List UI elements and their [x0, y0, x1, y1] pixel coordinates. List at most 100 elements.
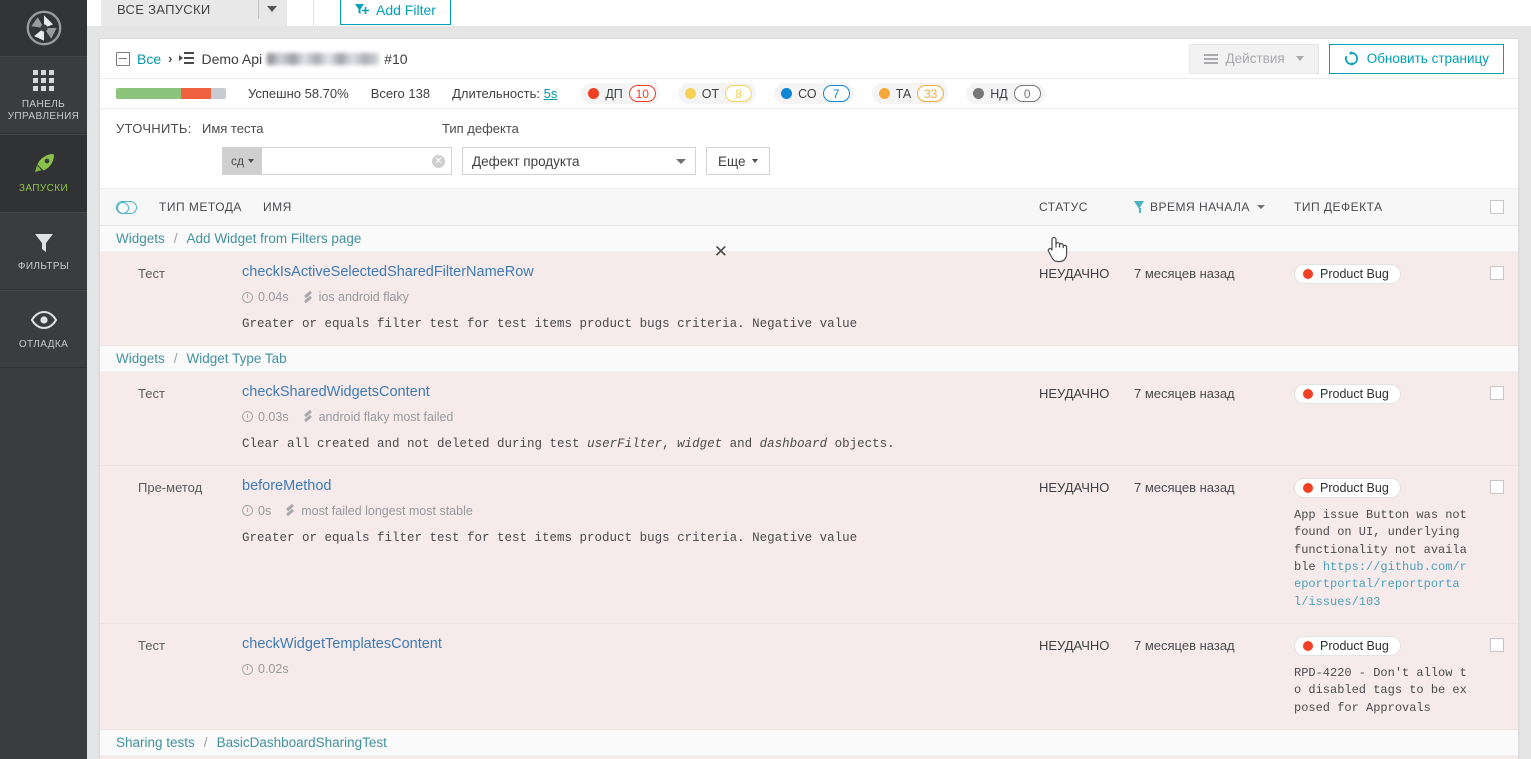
column-header-method-type[interactable]: ТИП МЕТОДА [159, 200, 263, 214]
duration-meta: 0.03s [242, 410, 289, 424]
total-count: Всего 138 [370, 86, 431, 101]
row-checkbox[interactable] [1490, 638, 1504, 653]
chevron-down-icon [752, 159, 759, 163]
group-separator: / [173, 350, 178, 366]
select-all-checkbox[interactable] [1490, 200, 1504, 214]
defect-label: Product Bug [1320, 480, 1389, 495]
group-separator: / [173, 231, 178, 246]
toolbar-divider [313, 0, 314, 26]
breadcrumb-all-link[interactable]: Все [137, 51, 161, 67]
defect-type-badge[interactable]: Product Bug [1294, 477, 1401, 498]
group-parent-link[interactable]: Widgets [116, 351, 165, 366]
refresh-page-button[interactable]: Обновить страницу [1328, 43, 1504, 74]
table-header: ТИП МЕТОДА ИМЯ СТАТУС ВРЕМЯ НАЧАЛА ТИП Д… [100, 189, 1518, 226]
collapse-toggle[interactable] [116, 200, 137, 214]
defect-type-badge[interactable]: Product Bug [1294, 636, 1401, 657]
cell-name: beforeMethod 0s most failed longest most… [242, 478, 1039, 611]
defect-type-select[interactable]: Дефект продукта [462, 147, 696, 175]
group-child-link[interactable]: Add Widget from Filters page [187, 231, 362, 246]
tags-meta[interactable]: android flaky most failed [303, 410, 454, 424]
condition-dropdown[interactable]: сд [223, 148, 263, 174]
table-row[interactable]: Тест checkSharedWidgetsContent 0.03s and… [100, 371, 1518, 466]
bar-skipped [210, 88, 226, 99]
duration-value[interactable]: 5s [544, 86, 558, 101]
column-header-name[interactable]: ИМЯ [263, 200, 1039, 214]
sidebar-item-label: ЗАПУСКИ [18, 183, 69, 194]
sidebar-item-debug[interactable]: ОТЛАДКА [0, 290, 87, 368]
more-filters-button[interactable]: Еще [706, 147, 771, 175]
row-checkbox[interactable] [1490, 385, 1504, 400]
test-name-link[interactable]: checkIsActiveSelectedSharedFilterNameRow [242, 264, 1027, 280]
group-child-link[interactable]: Widget Type Tab [187, 351, 287, 366]
tags-value: ios android flaky [318, 290, 409, 304]
filter-icon [1134, 201, 1145, 213]
group-parent-link[interactable]: Widgets [116, 231, 165, 246]
clear-icon[interactable]: ✕ [432, 154, 445, 168]
row-checkbox[interactable] [1490, 479, 1504, 494]
chevron-down-icon [267, 6, 277, 12]
row-checkbox[interactable] [1490, 266, 1504, 280]
sidebar-item-filters[interactable]: ФИЛЬТРЫ [0, 212, 87, 290]
column-header-start-time[interactable]: ВРЕМЯ НАЧАЛА [1134, 200, 1294, 214]
defect-badge-product-bug[interactable]: ДП 10 [581, 83, 660, 104]
badge-code: СО [798, 86, 817, 101]
cell-name: checkWidgetTemplatesContent 0.02s [242, 636, 1039, 717]
tag-icon [303, 411, 314, 422]
group-child-link[interactable]: BasicDashboardSharingTest [217, 735, 387, 750]
test-name-link[interactable]: checkWidgetTemplatesContent [242, 636, 1027, 652]
actions-button[interactable]: Действия [1188, 43, 1319, 74]
defect-note-link[interactable]: https://github.com/reportportal/reportpo… [1294, 560, 1467, 609]
close-refine-icon[interactable]: ✕ [714, 243, 728, 260]
defect-type-badge[interactable]: Product Bug [1294, 383, 1401, 404]
group-parent-link[interactable]: Sharing tests [116, 735, 195, 750]
cell-checkbox [1474, 264, 1504, 333]
tags-meta[interactable]: most failed longest most stable [285, 504, 473, 518]
clock-icon [242, 663, 253, 675]
status-dot [1303, 482, 1313, 493]
defect-type-badge[interactable]: Product Bug [1294, 264, 1401, 284]
defect-badge-to-investigate[interactable]: ТА 33 [871, 83, 949, 104]
launch-detail-card: Все › Demo Api #10 Действия Обновить стр… [99, 38, 1519, 759]
status-dot [1303, 388, 1313, 399]
add-filter-button[interactable]: Add Filter [340, 0, 451, 25]
clock-icon [242, 505, 253, 517]
sidebar-item-launches[interactable]: ЗАПУСКИ [0, 134, 87, 212]
select-all-cell [1474, 200, 1504, 214]
sidebar: ПАНЕЛЬ УПРАВЛЕНИЯ ЗАПУСКИ ФИЛЬТРЫ ОТЛАДК… [0, 0, 87, 759]
refine-test-name-label: Имя теста [202, 120, 264, 136]
defect-badge-no-defect[interactable]: НД 0 [966, 83, 1045, 104]
all-launches-select[interactable]: ВСЕ ЗАПУСКИ [101, 0, 287, 26]
column-header-status[interactable]: СТАТУС [1039, 200, 1134, 214]
top-filter-bar: ВСЕ ЗАПУСКИ Add Filter [87, 0, 1531, 26]
badge-count: 8 [725, 85, 753, 102]
test-meta: 0.02s [242, 662, 1027, 676]
tag-icon [285, 505, 296, 516]
badge-code: ДП [605, 86, 623, 101]
test-name-link[interactable]: beforeMethod [242, 478, 1027, 494]
chevron-down-icon [1256, 205, 1265, 209]
defect-badge-system-issue[interactable]: СО 7 [774, 83, 854, 104]
app-logo[interactable] [0, 0, 87, 56]
cell-start-time: 7 месяцев назад [1134, 479, 1235, 495]
test-meta: 0.03s android flaky most failed [242, 410, 1027, 424]
table-row[interactable]: Тест checkWidgetTemplatesContent 0.02s Н… [100, 624, 1518, 731]
refine-panel: УТОЧНИТЬ: Имя теста Тип дефекта сд ✕ Деф… [100, 109, 1518, 260]
sidebar-item-dashboard[interactable]: ПАНЕЛЬ УПРАВЛЕНИЯ [0, 56, 87, 134]
column-header-defect-type[interactable]: ТИП ДЕФЕКТА [1294, 200, 1474, 214]
table-row[interactable]: Пре-метод beforeMethod 0s most failed lo… [100, 465, 1518, 625]
defect-badge-automation-bug[interactable]: ОТ 8 [677, 83, 757, 104]
cell-defect-type: Product Bug App issue Button was not fou… [1294, 477, 1474, 611]
badge-code: ОТ [701, 86, 720, 101]
refresh-label: Обновить страницу [1366, 51, 1489, 66]
table-row[interactable]: Тест checkIsActiveSelectedSharedFilterNa… [100, 252, 1518, 346]
rocket-icon [31, 151, 57, 177]
spacer [87, 26, 1531, 38]
test-name-input[interactable] [268, 153, 432, 169]
cell-start-time: 7 месяцев назад [1134, 638, 1235, 654]
tags-meta[interactable]: ios android flaky [303, 290, 409, 304]
badge-count: 7 [822, 85, 850, 102]
cell-name: checkSharedWidgetsContent 0.03s android … [242, 384, 1039, 453]
tags-value: android flaky most failed [318, 409, 454, 424]
test-name-link[interactable]: checkSharedWidgetsContent [242, 384, 1027, 400]
minus-box-icon[interactable] [116, 51, 130, 66]
